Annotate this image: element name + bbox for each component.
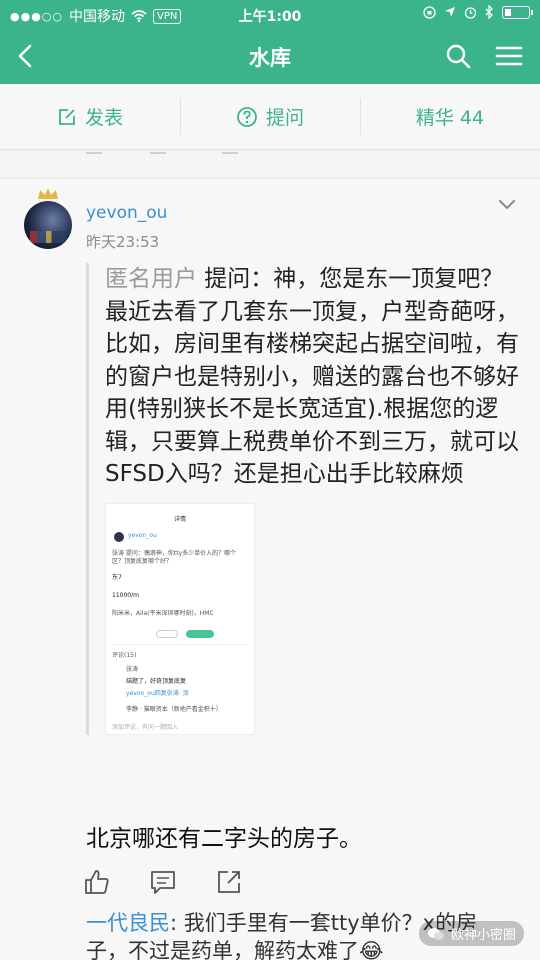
shot-detail: 阳米米，Aila(平米深圳哪时刻)，HMC: [112, 609, 214, 617]
tab-question-label: 提问: [265, 107, 304, 129]
shot-commenter: 张涛: [126, 665, 139, 673]
edit-icon: [59, 108, 75, 125]
tab-post[interactable]: 发表: [0, 84, 180, 149]
tab-bar: 发表 提问 精华 44: [0, 84, 540, 150]
location-icon: [445, 7, 455, 17]
orientation-lock-icon: [423, 5, 436, 19]
chevron-down-icon[interactable]: [498, 199, 516, 211]
top-bar: ●●●○○ 中国移动 VPN 上午1:00 水库: [0, 0, 540, 84]
hamburger-menu-icon[interactable]: [494, 42, 524, 70]
crown-icon: [38, 188, 58, 199]
anonymous-user: 匿名用户: [105, 266, 197, 292]
quoted-question: 匿名用户 提问：神，您是东一顶复吧？最近去看了几套东一顶复，户型奇葩呀，比如，房…: [86, 263, 526, 735]
author-avatar-group[interactable]: [24, 187, 72, 249]
shot-tag: [156, 629, 178, 638]
wechat-icon: [427, 927, 444, 940]
search-icon[interactable]: [444, 42, 472, 70]
post-time: 昨天23:53: [86, 233, 160, 251]
question-icon: [237, 106, 257, 127]
shot-question: 张涛 提问：偶滴神，你tty多少单价入的？哪个区？顶复底复哪个好？: [112, 549, 237, 565]
shot-answer: 东7: [112, 573, 122, 581]
tab-post-label: 发表: [84, 107, 123, 129]
shot-comment-label: 评论(15): [112, 651, 137, 659]
embedded-screenshot[interactable]: 详情 yevon_ou 张涛 提问：偶滴神，你tty多少单价入的？哪个区？顶复底…: [105, 502, 255, 735]
question-text: 匿名用户 提问：神，您是东一顶复吧？最近去看了几套东一顶复，户型奇葩呀，比如，房…: [105, 263, 525, 491]
battery-icon: [502, 5, 533, 19]
shot-button: [186, 629, 214, 638]
watermark-text: 欧神小密圈: [450, 928, 516, 943]
bluetooth-icon: [485, 5, 493, 19]
tab-featured-label: 精华 44: [415, 107, 485, 129]
post-card: yevon_ou 昨天23:53 匿名用户 提问：神，您是东一顶复吧？最近去看了…: [0, 178, 540, 960]
share-icon[interactable]: [216, 869, 242, 895]
shot-avatar: [114, 531, 124, 542]
alarm-icon: [464, 6, 477, 19]
previous-post-edge: [0, 150, 540, 178]
shot-reply-line: yevon_ou回复张涛: 顶: [126, 689, 189, 697]
avatar[interactable]: [24, 201, 72, 249]
shot-divider: [112, 643, 248, 645]
shot-author: yevon_ou: [128, 531, 157, 539]
wechat-watermark: 欧神小密圈: [418, 921, 524, 946]
answer-text: 北京哪还有二字头的房子。: [86, 826, 362, 852]
author-name[interactable]: yevon_ou: [86, 203, 167, 223]
tab-featured[interactable]: 精华 44: [360, 84, 540, 149]
status-icons: [423, 5, 533, 19]
shot-comment: 结题了，好奇顶复底复: [126, 677, 187, 685]
comment-icon[interactable]: [150, 869, 176, 895]
like-icon[interactable]: [84, 869, 110, 895]
tab-question[interactable]: 提问: [180, 84, 360, 149]
shot-header: 详情: [173, 515, 186, 523]
shot-input: 添加评论，有问一题回入: [112, 723, 179, 731]
reply-author[interactable]: 一代良民: [86, 911, 170, 935]
shot-price: 11000/m: [112, 591, 139, 599]
status-bar: ●●●○○ 中国移动 VPN 上午1:00: [0, 0, 540, 30]
nav-bar: 水库: [0, 30, 540, 84]
post-actions: [84, 869, 242, 895]
shot-other: 李静 · 猫眼资本（新地产看金积十）: [126, 705, 222, 713]
question-body: 提问：神，您是东一顶复吧？最近去看了几套东一顶复，户型奇葩呀，比如，房间里有楼梯…: [105, 266, 519, 487]
